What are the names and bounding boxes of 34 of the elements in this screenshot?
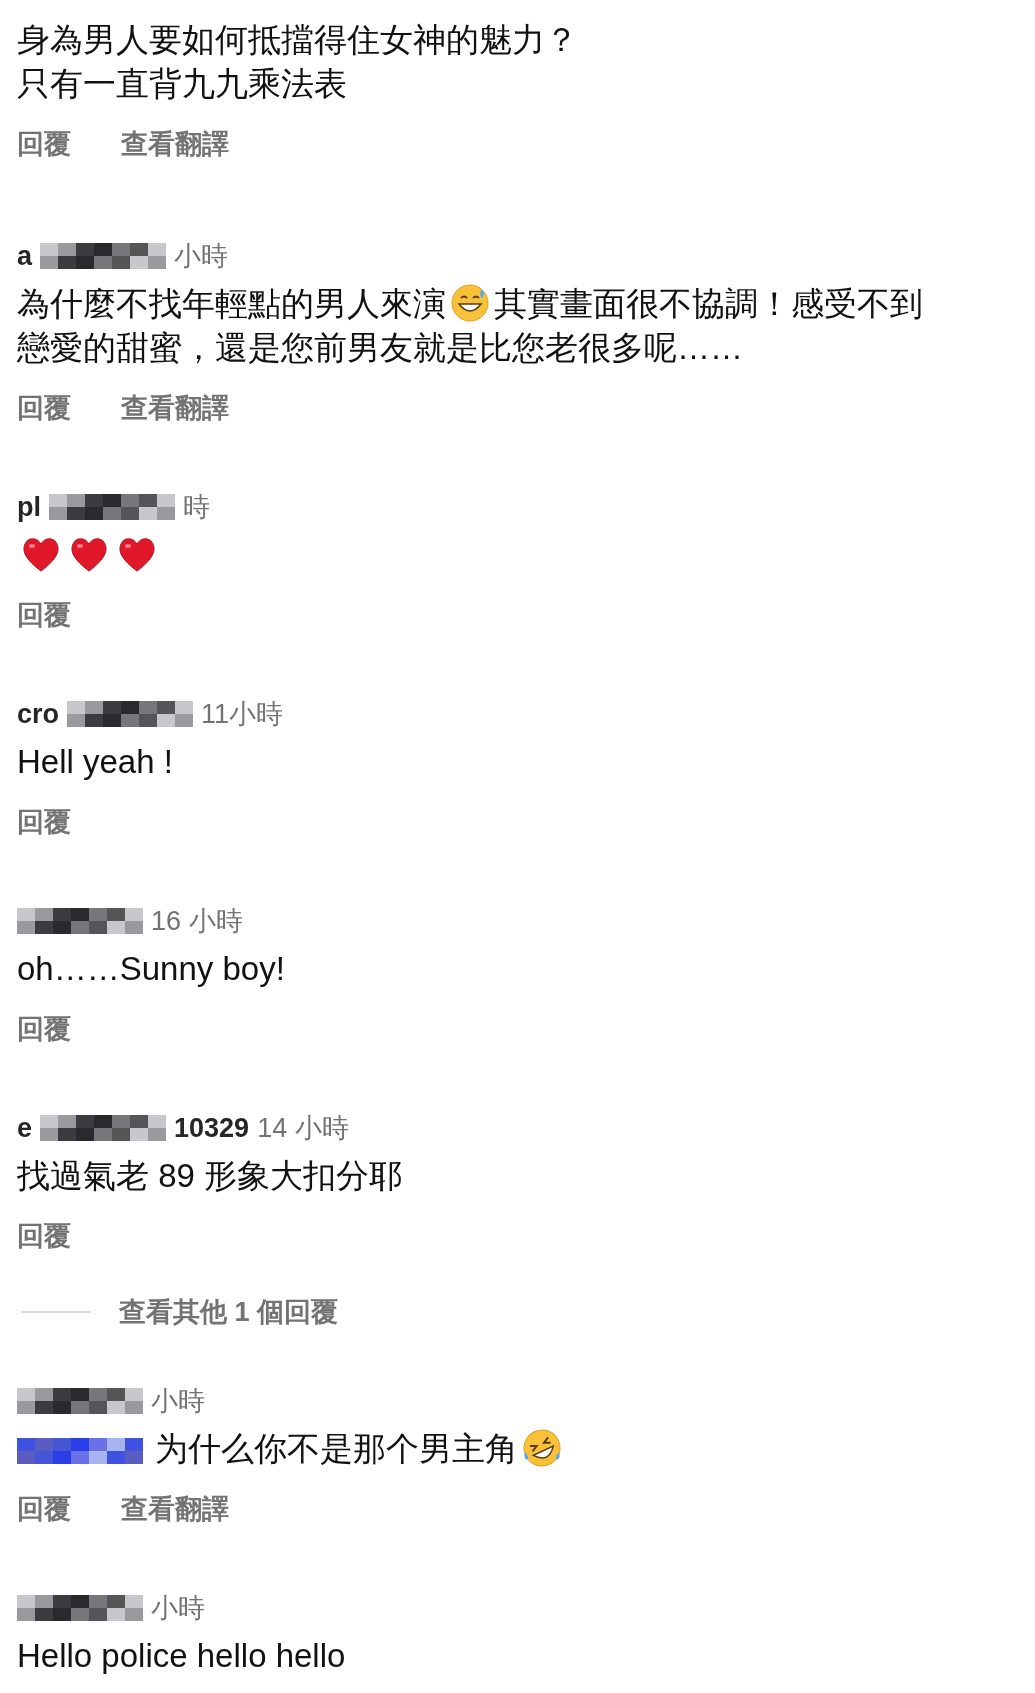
view-replies-link[interactable]: 查看其他 1 個回覆: [119, 1294, 339, 1330]
username[interactable]: a: [17, 240, 33, 272]
comment-text: 身為男人要如何抵擋得住女神的魅力？ 只有一直背九九乘法表: [17, 20, 579, 104]
translate-link[interactable]: 查看翻譯: [121, 390, 229, 426]
translate-link[interactable]: 查看翻譯: [121, 126, 229, 162]
comment-text: 戀愛的甜蜜，還是您前男友就是比您老很多呢……: [17, 329, 743, 366]
timestamp: 小時: [174, 240, 229, 273]
username[interactable]: 10329: [174, 1112, 250, 1144]
reply-link[interactable]: 回覆: [17, 1491, 71, 1527]
reply-link[interactable]: 回覆: [17, 1011, 71, 1047]
translate-link[interactable]: 查看翻譯: [121, 1491, 229, 1527]
reply-link[interactable]: 回覆: [17, 804, 71, 840]
reply-link[interactable]: 回覆: [17, 1218, 71, 1254]
comment-text: oh……Sunny boy!: [17, 949, 286, 989]
timestamp: 小時: [151, 1592, 205, 1625]
comment-text: Hello police hello hello: [17, 1636, 347, 1676]
comment-text: 其實畫面很不協調！感受不到: [494, 285, 923, 322]
timestamp: 14 小時: [257, 1112, 349, 1145]
reply-link[interactable]: 回覆: [17, 390, 71, 426]
reply-link[interactable]: 回覆: [17, 126, 71, 162]
timestamp: 時: [183, 491, 210, 524]
comment-text: Hell yeah !: [17, 742, 174, 782]
timestamp: 小時: [151, 1385, 205, 1418]
username[interactable]: e: [17, 1112, 33, 1144]
comment-text: 为什么你不是那个男主角: [155, 1430, 518, 1467]
username[interactable]: pl: [17, 491, 41, 523]
reply-link[interactable]: 回覆: [17, 597, 71, 633]
comment-text: 為什麼不找年輕點的男人來演: [17, 285, 446, 322]
sweat-smile-icon: [450, 283, 490, 323]
timestamp: 11小時: [201, 698, 284, 731]
comment-text: 找過氣老 89 形象大扣分耶: [17, 1156, 404, 1196]
username[interactable]: cro: [17, 698, 60, 730]
timestamp: 16 小時: [151, 905, 243, 938]
laughing-face-icon: [522, 1428, 562, 1468]
